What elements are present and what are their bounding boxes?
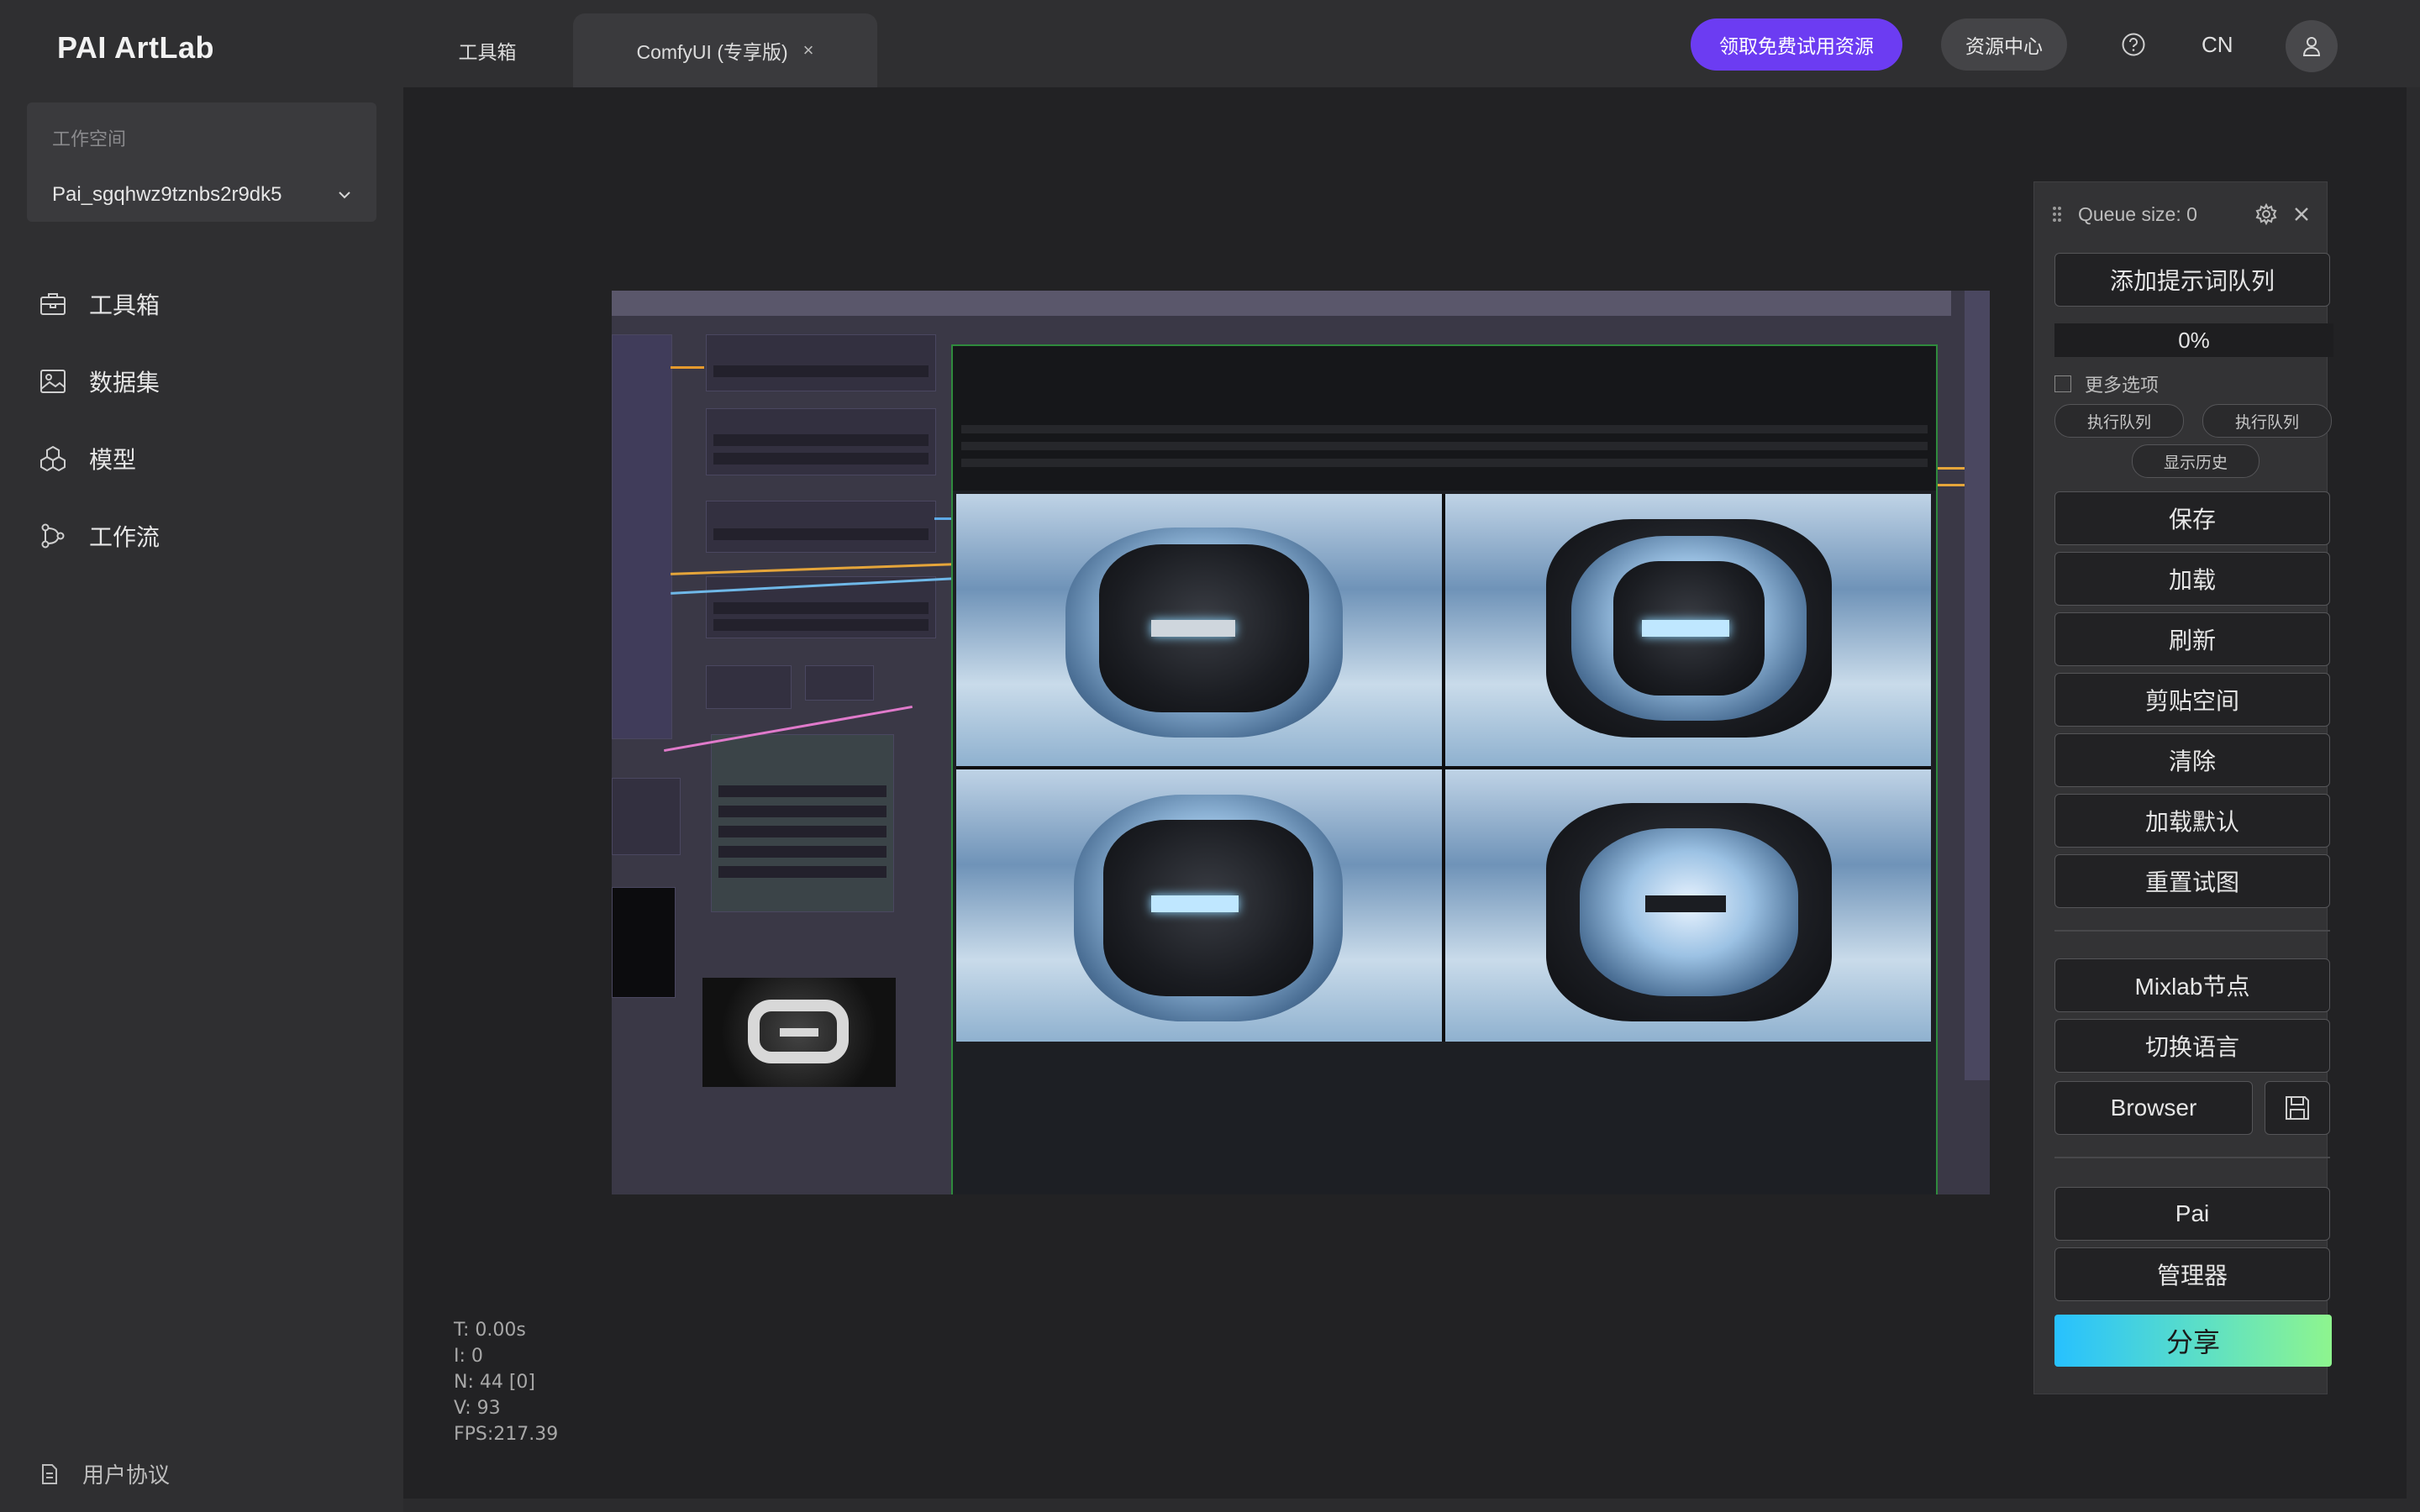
manager-button[interactable]: 管理器 [2054, 1247, 2330, 1301]
graph-node[interactable] [612, 887, 676, 998]
stat-nodes: N: 44 [0] [454, 1372, 536, 1393]
stat-v: V: 93 [454, 1398, 501, 1419]
graph-node[interactable] [706, 665, 792, 709]
generated-image[interactable] [956, 494, 1442, 766]
resource-center-button[interactable]: 资源中心 [1941, 18, 2067, 71]
pai-button[interactable]: Pai [2054, 1187, 2330, 1241]
load-button[interactable]: 加载 [2054, 552, 2330, 606]
sidebar-item-toolbox[interactable]: 工具箱 [39, 279, 358, 329]
workspace-label: 工作空间 [52, 129, 127, 150]
reset-view-button[interactable]: 重置试图 [2054, 854, 2330, 908]
sidebar-item-label: 数据集 [89, 370, 160, 396]
save-icon [2286, 1096, 2309, 1120]
stat-i: I: 0 [454, 1346, 483, 1367]
graph-node[interactable] [706, 408, 936, 475]
gear-icon[interactable] [2254, 202, 2278, 226]
graph-node[interactable] [612, 334, 672, 739]
chevron-down-icon [339, 192, 350, 199]
add-prompt-queue-button[interactable]: 添加提示词队列 [2054, 253, 2330, 307]
clear-button[interactable]: 清除 [2054, 733, 2330, 787]
load-default-button[interactable]: 加载默认 [2054, 794, 2330, 848]
graph-node[interactable] [706, 501, 936, 553]
queue-size-label: Queue size: 0 [2078, 202, 2197, 225]
generated-image[interactable] [1445, 769, 1931, 1042]
sidebar-item-label: 工具箱 [89, 292, 160, 318]
more-options-label: 更多选项 [2085, 375, 2160, 396]
image-preview-node[interactable] [951, 344, 1938, 1194]
app-logo: PAI ArtLab [57, 30, 215, 65]
graph-node[interactable] [706, 334, 936, 391]
sidebar-item-workflow[interactable]: 工作流 [39, 511, 358, 561]
switch-language-button[interactable]: 切换语言 [2054, 1019, 2330, 1073]
document-icon [42, 1463, 57, 1484]
stat-time: T: 0.00s [454, 1320, 526, 1341]
show-history-button[interactable]: 显示历史 [2132, 444, 2260, 478]
clipspace-button[interactable]: 剪贴空间 [2054, 673, 2330, 727]
generated-image[interactable] [1445, 494, 1931, 766]
image-icon [40, 370, 66, 393]
avatar[interactable] [2286, 20, 2338, 72]
graph-node[interactable] [711, 734, 894, 912]
workflow-graph[interactable] [612, 291, 1990, 1194]
tab-label: ComfyUI (专享版) [636, 41, 788, 63]
divider [2054, 930, 2330, 932]
share-button[interactable]: 分享 [2054, 1315, 2332, 1367]
queue-panel: Queue size: 0 添加提示词队列 0% 更多选项 执行队列 执行队列 … [2033, 181, 2333, 1394]
browser-button[interactable]: Browser [2054, 1081, 2253, 1135]
top-bar: PAI ArtLab 工具箱 ComfyUI (专享版) × 领取免费试用资源 … [0, 0, 2420, 87]
run-queue-button-2[interactable]: 执行队列 [2202, 404, 2332, 438]
mixlab-nodes-button[interactable]: Mixlab节点 [2054, 958, 2330, 1012]
workflow-icon [41, 523, 65, 549]
language-switch[interactable]: CN [2202, 32, 2233, 58]
cubes-icon [40, 445, 66, 472]
close-icon[interactable] [2290, 202, 2313, 226]
refresh-button[interactable]: 刷新 [2054, 612, 2330, 666]
logo-preview-image [702, 978, 896, 1087]
sidebar-item-label: 工作流 [89, 524, 160, 550]
drag-handle-icon[interactable] [2051, 205, 2063, 223]
image-grid [956, 494, 1931, 1042]
free-trial-button[interactable]: 领取免费试用资源 [1691, 18, 1902, 71]
save-button[interactable]: 保存 [2054, 491, 2330, 545]
user-agreement-label: 用户协议 [82, 1462, 171, 1488]
tab-toolbox[interactable]: 工具箱 [420, 13, 555, 87]
run-queue-button[interactable]: 执行队列 [2054, 404, 2184, 438]
tab-comfyui[interactable]: ComfyUI (专享版) × [573, 13, 877, 87]
graph-node[interactable] [805, 665, 874, 701]
toolbox-icon [40, 293, 66, 315]
render-stats: T: 0.00s I: 0 N: 44 [0] V: 93 FPS:217.39 [454, 1317, 558, 1447]
tab-label: 工具箱 [458, 41, 517, 63]
close-icon[interactable]: × [803, 39, 814, 61]
user-agreement-link[interactable]: 用户协议 [39, 1458, 170, 1489]
more-options-toggle[interactable]: 更多选项 [2054, 370, 2159, 397]
generated-image[interactable] [956, 769, 1442, 1042]
progress-bar: 0% [2054, 323, 2333, 357]
workspace-selector[interactable]: 工作空间 Pai_sgqhwz9tznbs2r9dk5 [27, 102, 376, 222]
sidebar-item-model[interactable]: 模型 [39, 433, 358, 484]
stat-fps: FPS:217.39 [454, 1424, 559, 1445]
help-icon[interactable] [2121, 32, 2146, 57]
sidebar-item-label: 模型 [89, 447, 137, 473]
sidebar: 工作空间 Pai_sgqhwz9tznbs2r9dk5 工具箱 数据集 模型 工… [0, 87, 403, 1512]
checkbox[interactable] [2054, 375, 2071, 392]
graph-node[interactable] [612, 778, 681, 855]
sidebar-item-dataset[interactable]: 数据集 [39, 356, 358, 407]
graph-header-strip [612, 291, 1951, 316]
divider [2054, 1157, 2330, 1158]
graph-side-strip [1965, 291, 1990, 1080]
user-icon [2302, 37, 2321, 56]
save-file-button[interactable] [2265, 1081, 2330, 1135]
workspace-value: Pai_sgqhwz9tznbs2r9dk5 [52, 183, 282, 206]
